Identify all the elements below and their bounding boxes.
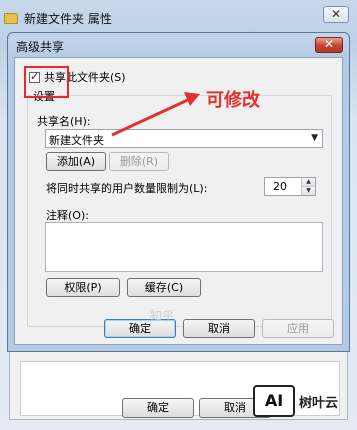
annotation-arrow-icon xyxy=(111,92,200,137)
badge-text: 树叶云 xyxy=(299,395,339,411)
watermark-text: 知乎 xyxy=(150,309,175,323)
ai-logo-icon: AI xyxy=(253,385,295,417)
brand-badge: AI 树叶云 xyxy=(253,380,349,422)
annotation-text: 可修改 xyxy=(206,90,260,111)
